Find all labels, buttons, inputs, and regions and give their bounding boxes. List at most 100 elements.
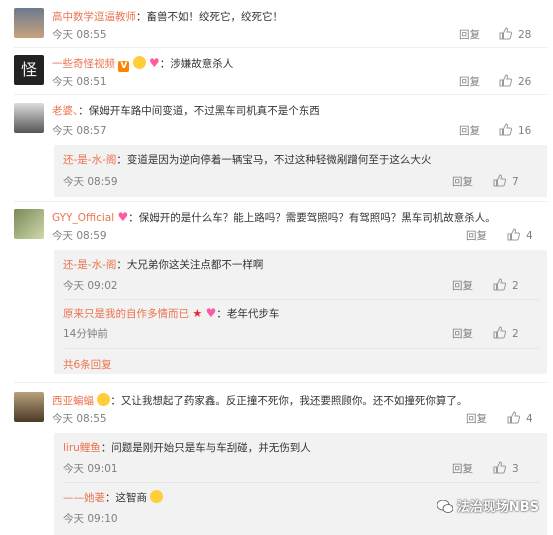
- more-replies-link[interactable]: 共6条回复: [63, 357, 112, 372]
- watermark: 法治现场NBS: [436, 496, 539, 515]
- comment-line: 老婆、：保姆开车路中间变道，不过黑车司机真不是个东西: [52, 104, 320, 118]
- like-count: 2: [512, 328, 519, 340]
- like-count: 4: [526, 230, 533, 242]
- reply-author[interactable]: 还-是-水-阁: [63, 259, 116, 271]
- like-count: 16: [518, 125, 532, 137]
- reply-button[interactable]: 回复: [452, 279, 473, 293]
- reply-button[interactable]: 回复: [466, 412, 487, 426]
- comment-line: 高中数学逗逼教师：畜兽不如！绞死它，绞死它！: [52, 10, 283, 24]
- heart-icon: ♥: [117, 210, 129, 224]
- laugh-emoji-icon: [97, 393, 111, 406]
- like-icon: [493, 326, 507, 339]
- like-button[interactable]: 28: [499, 27, 531, 42]
- reply-time: 今天 09:01: [63, 463, 118, 475]
- laugh-emoji-icon: [150, 490, 164, 503]
- comment-text: ：涉嫌故意杀人: [159, 58, 234, 70]
- like-icon: [499, 123, 513, 136]
- reply-button[interactable]: 回复: [466, 229, 487, 243]
- reply-line: 原来只是我的自作多情而已 ★ ♥：老年代步车: [63, 306, 279, 321]
- verified-v-icon: V: [118, 61, 130, 72]
- like-count: 3: [512, 463, 519, 475]
- reply-button[interactable]: 回复: [459, 124, 480, 138]
- like-button[interactable]: 2: [493, 278, 519, 293]
- avatar[interactable]: [14, 392, 44, 422]
- reply-time: 今天 08:59: [63, 176, 118, 188]
- like-icon: [507, 411, 521, 424]
- like-button[interactable]: 26: [499, 74, 531, 89]
- like-count: 28: [518, 29, 532, 41]
- reply-time: 今天 09:02: [63, 280, 118, 292]
- reply-text: ：老年代步车: [216, 308, 280, 320]
- like-count: 2: [512, 280, 519, 292]
- comment-text: ：保姆开的是什么车？能上路吗？需要驾照吗？有驾照吗？黑车司机故意杀人。: [128, 212, 496, 224]
- reply-text: ：这智商: [105, 492, 147, 504]
- like-icon: [499, 27, 513, 40]
- comment-text: ：保姆开车路中间变道，不过黑车司机真不是个东西: [78, 105, 320, 117]
- comment-line: 西亚蝙蝠 ：又让我想起了药家鑫。反正撞不死你，我还要照顾你。还不如撞死你算了。: [52, 393, 467, 408]
- like-button[interactable]: 16: [499, 123, 531, 138]
- divider: [63, 299, 539, 300]
- reply-line: liru鲤鱼：问题是刚开始只是车与车刮碰，并无伤到人: [63, 441, 311, 455]
- comment-author[interactable]: 西亚蝙蝠: [52, 395, 94, 407]
- divider: [63, 348, 539, 349]
- like-button[interactable]: 3: [493, 461, 519, 476]
- heart-icon: ♥: [205, 306, 217, 320]
- divider: [14, 382, 547, 383]
- laugh-emoji-icon: [132, 56, 146, 69]
- divider: [14, 47, 547, 48]
- reply-author[interactable]: liru鲤鱼: [63, 442, 101, 454]
- reply-author[interactable]: 还-是-水-阁: [63, 154, 116, 166]
- avatar[interactable]: [14, 103, 44, 133]
- watermark-text: 法治现场NBS: [456, 500, 539, 515]
- like-icon: [493, 278, 507, 291]
- heart-icon: ♥: [149, 56, 160, 70]
- avatar[interactable]: [14, 209, 44, 239]
- comment-time: 今天 08:55: [52, 413, 107, 425]
- like-icon: [499, 74, 513, 87]
- divider: [14, 94, 547, 95]
- avatar[interactable]: 怪: [14, 55, 44, 85]
- reply-time: 今天 09:10: [63, 513, 118, 525]
- reply-author[interactable]: ——她荖: [63, 492, 105, 504]
- avatar[interactable]: [14, 8, 44, 38]
- like-icon: [493, 174, 507, 187]
- comment-text: ：又让我想起了药家鑫。反正撞不死你，我还要照顾你。还不如撞死你算了。: [110, 395, 468, 407]
- like-icon: [507, 228, 521, 241]
- comment-time: 今天 08:55: [52, 29, 107, 41]
- reply-line: ——她荖：这智商: [63, 490, 164, 505]
- reply-line: 还-是-水-阁：变道是因为逆向停着一辆宝马，不过这种轻微剐蹭何至于这么大火: [63, 153, 431, 167]
- like-count: 4: [526, 413, 533, 425]
- comment-author[interactable]: 老婆、: [52, 105, 78, 117]
- reply-line: 还-是-水-阁：大兄弟你这关注点都不一样啊: [63, 258, 263, 272]
- comment-time: 今天 08:59: [52, 230, 107, 242]
- comment-line: GYY_Official ♥：保姆开的是什么车？能上路吗？需要驾照吗？有驾照吗？…: [52, 210, 496, 225]
- reply-time: 14分钟前: [63, 328, 108, 340]
- reply-author[interactable]: 原来只是我的自作多情而已: [63, 308, 189, 320]
- like-button[interactable]: 7: [493, 174, 519, 189]
- reply-button[interactable]: 回复: [459, 28, 480, 42]
- reply-text: ：大兄弟你这关注点都不一样啊: [116, 259, 264, 271]
- reply-text: ：变道是因为逆向停着一辆宝马，不过这种轻微剐蹭何至于这么大火: [116, 154, 432, 166]
- reply-text: ：问题是刚开始只是车与车刮碰，并无伤到人: [100, 442, 311, 454]
- comment-author[interactable]: 高中数学逗逼教师: [52, 11, 136, 23]
- comment-author[interactable]: GYY_Official: [52, 212, 114, 224]
- like-button[interactable]: 4: [507, 411, 533, 426]
- reply-button[interactable]: 回复: [459, 75, 480, 89]
- like-icon: [493, 461, 507, 474]
- divider: [63, 482, 539, 483]
- star-icon: ★: [192, 307, 203, 320]
- comment-time: 今天 08:57: [52, 125, 107, 137]
- like-button[interactable]: 2: [493, 326, 519, 341]
- divider: [14, 201, 547, 202]
- comment-author[interactable]: 一些奇怪视频: [52, 58, 115, 70]
- like-button[interactable]: 4: [507, 228, 533, 243]
- comment-time: 今天 08:51: [52, 76, 107, 88]
- comment-list: 高中数学逗逼教师：畜兽不如！绞死它，绞死它！ 今天 08:55 回复 28 怪 …: [0, 0, 553, 535]
- reply-button[interactable]: 回复: [452, 462, 473, 476]
- reply-button[interactable]: 回复: [452, 327, 473, 341]
- comment-text: ：畜兽不如！绞死它，绞死它！: [136, 11, 283, 23]
- like-count: 7: [512, 176, 519, 188]
- reply-button[interactable]: 回复: [452, 175, 473, 189]
- comment-line: 一些奇怪视频 V ♥：涉嫌故意杀人: [52, 56, 233, 72]
- like-count: 26: [518, 76, 532, 88]
